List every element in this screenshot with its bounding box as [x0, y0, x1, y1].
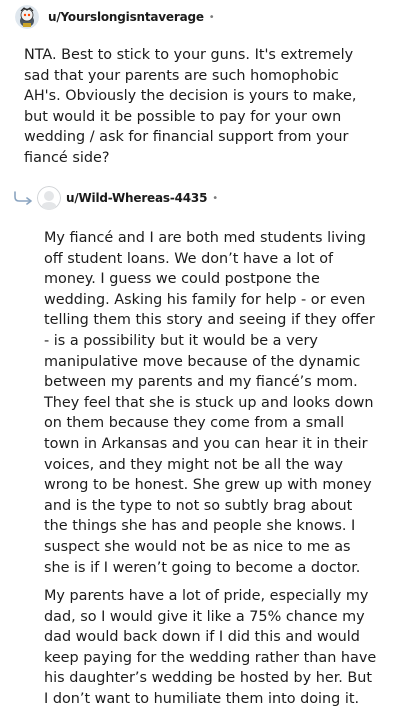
comment-2-paragraph-1: My fiancé and I are both med students li…: [44, 230, 375, 576]
comment-2-header: u/Wild-Whereas-4435 •: [37, 186, 218, 210]
comment-2-username[interactable]: u/Wild-Whereas-4435: [66, 191, 207, 205]
snoo-avatar-icon[interactable]: [15, 5, 39, 29]
comment-1-body: NTA. Best to stick to your guns. It's ex…: [24, 45, 380, 177]
comment-2-body: My fiancé and I are both med students li…: [44, 228, 380, 710]
comment-1-meta-dot: •: [208, 11, 215, 23]
reply-arrow-icon: [12, 190, 34, 209]
default-avatar-icon[interactable]: [37, 186, 61, 210]
comment-1-username[interactable]: u/Yourslongisntaverage: [48, 10, 204, 24]
comment-1-paragraph: NTA. Best to stick to your guns. It's ex…: [24, 47, 357, 166]
comment-2-meta-dot: •: [212, 192, 219, 204]
comment-2-paragraph-2: My parents have a lot of pride, especial…: [44, 588, 377, 708]
comment-1-header: u/Yourslongisntaverage •: [15, 5, 215, 29]
